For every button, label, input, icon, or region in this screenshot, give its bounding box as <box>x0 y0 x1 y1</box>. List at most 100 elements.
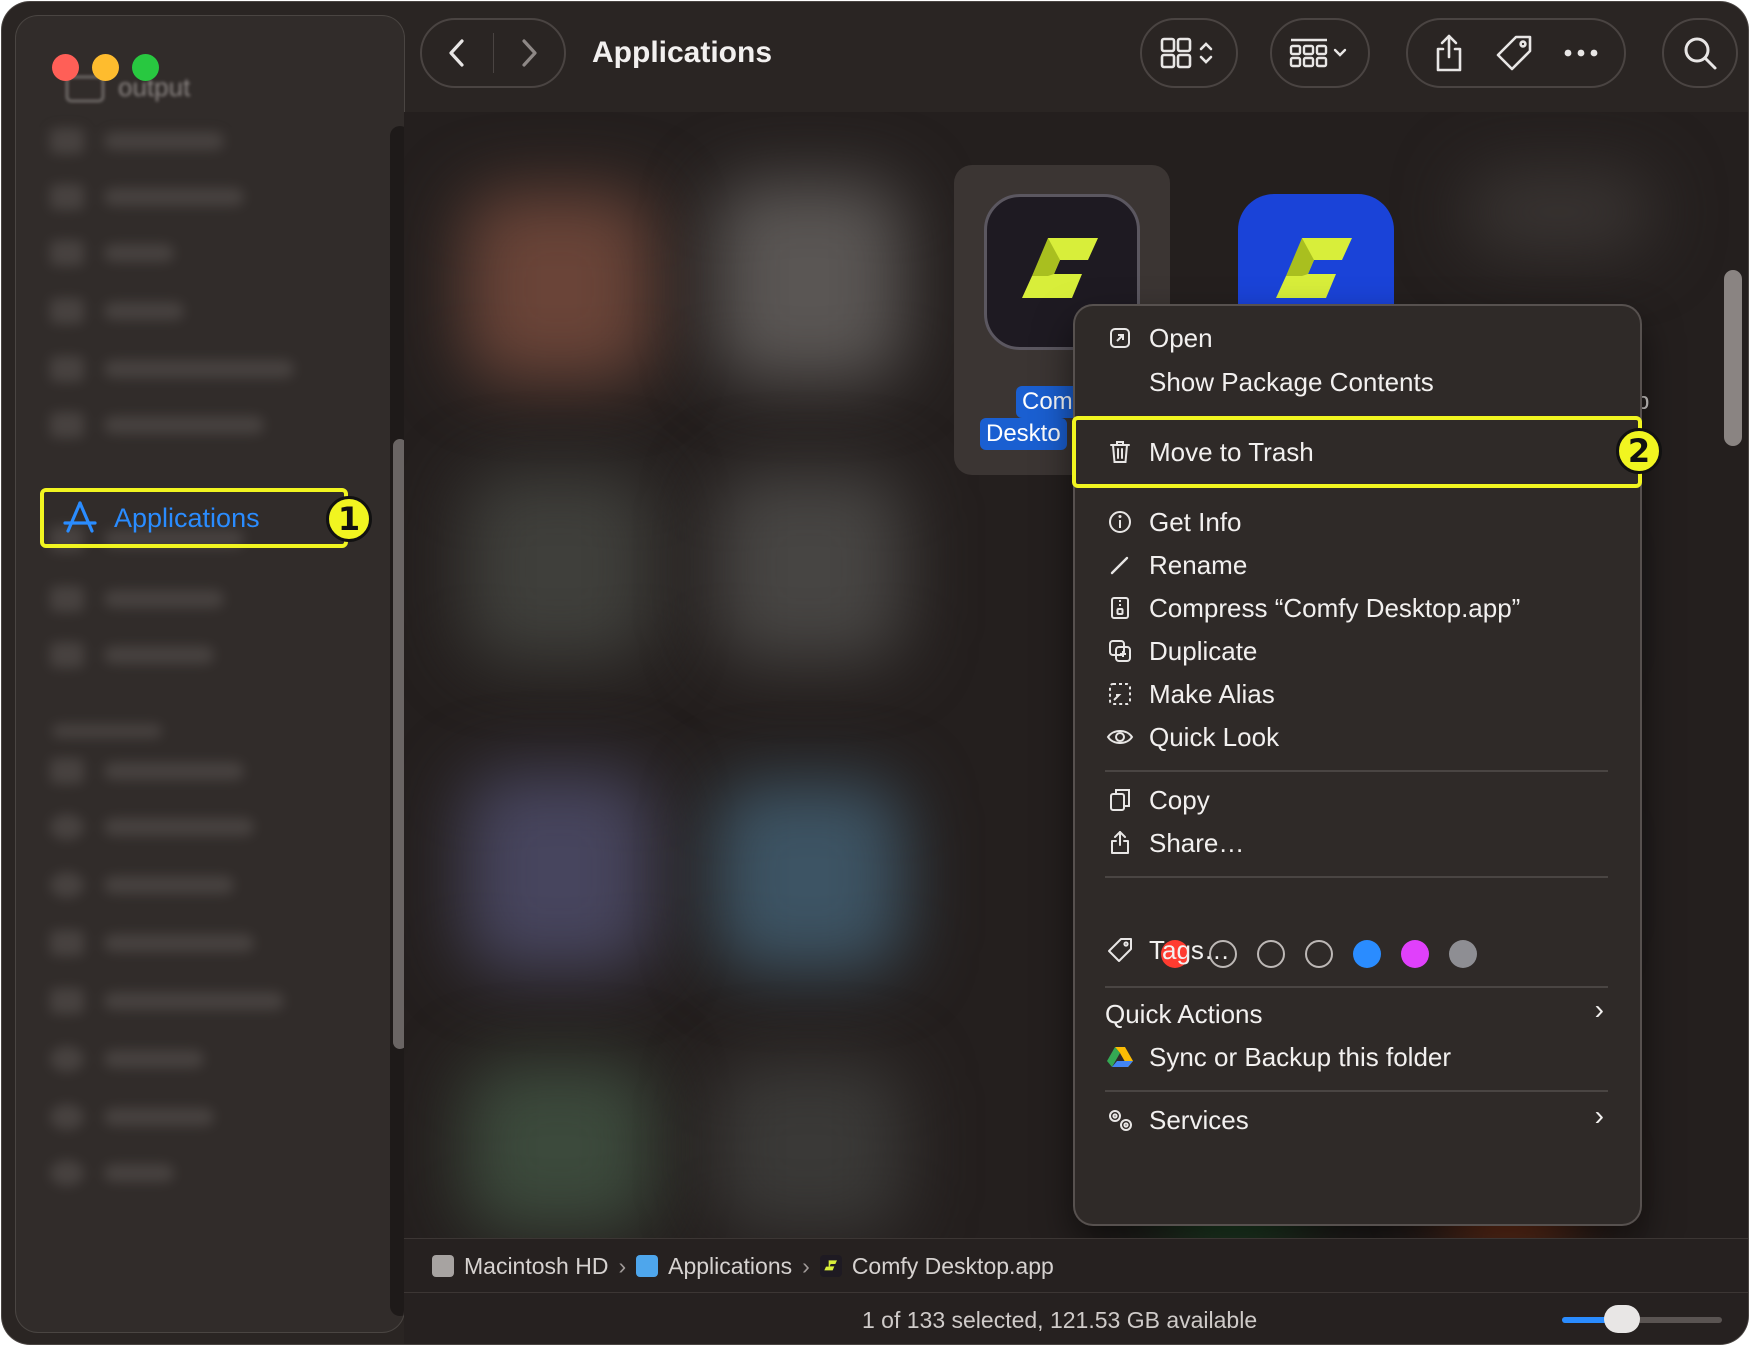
group-by-icon <box>1289 38 1347 68</box>
tag-icon[interactable] <box>1494 33 1534 73</box>
actions-group <box>1406 18 1626 88</box>
tag-color-dot[interactable] <box>1401 940 1429 968</box>
tag-color-dot[interactable] <box>1305 940 1333 968</box>
sidebar-item-blurred[interactable] <box>50 756 244 786</box>
chevron-right-icon <box>522 39 537 67</box>
menu-item-tags[interactable]: Tags… <box>1105 930 1230 970</box>
sidebar-item-blurred[interactable] <box>50 1044 204 1074</box>
sidebar-item-blurred[interactable] <box>50 870 234 900</box>
zoom-window-button[interactable] <box>132 54 159 81</box>
sidebar-scrollbar-thumb[interactable] <box>393 439 404 1049</box>
eye-icon <box>1105 722 1135 752</box>
path-separator: › <box>618 1252 627 1279</box>
sidebar-item-blurred[interactable] <box>50 182 244 212</box>
search-button[interactable] <box>1662 18 1738 88</box>
sidebar-item-blurred[interactable] <box>50 812 254 842</box>
blurred-app-icon[interactable] <box>714 782 904 972</box>
sidebar-item-blurred[interactable] <box>50 126 224 156</box>
blurred-app-icon[interactable] <box>464 192 654 382</box>
menu-separator <box>1105 770 1608 772</box>
blurred-app-icon[interactable] <box>464 472 654 662</box>
pencil-icon <box>1105 550 1135 580</box>
blurred-app-icon[interactable] <box>464 772 654 972</box>
main-scrollbar-thumb[interactable] <box>1724 270 1742 446</box>
tag-color-dot[interactable] <box>1257 940 1285 968</box>
finder-window: output Applications 1 Applications Com D… <box>2 2 1748 1344</box>
sidebar-item-blurred[interactable] <box>50 640 214 670</box>
folder-icon <box>636 1255 659 1277</box>
path-separator: › <box>802 1252 810 1279</box>
tag-color-dot[interactable] <box>1353 940 1381 968</box>
menu-item-sync-backup[interactable]: Sync or Backup this folder <box>1105 1037 1451 1077</box>
menu-separator <box>1105 986 1608 988</box>
menu-item-rename[interactable]: Rename <box>1105 545 1247 585</box>
blurred-app-icon[interactable] <box>1464 172 1654 252</box>
path-item-applications[interactable]: Applications <box>636 1253 792 1280</box>
comfy-small-icon <box>819 1255 842 1277</box>
back-button[interactable] <box>422 37 493 69</box>
sidebar-item-applications[interactable]: Applications <box>40 488 348 548</box>
sidebar-item-blurred[interactable] <box>50 1158 174 1188</box>
sidebar-item-blurred[interactable] <box>50 410 264 440</box>
move-to-trash-highlight <box>1072 416 1642 488</box>
icon-size-slider-knob[interactable] <box>1604 1305 1640 1333</box>
menu-separator <box>1105 876 1608 878</box>
alias-icon <box>1105 679 1135 709</box>
hard-disk-icon <box>432 1255 454 1277</box>
menu-separator <box>1105 1090 1608 1092</box>
sidebar-item-blurred[interactable] <box>50 296 184 326</box>
selected-app-label-line2[interactable]: Deskto <box>980 418 1067 450</box>
annotation-badge-1: 1 <box>326 496 372 542</box>
grid-view-icon <box>1160 37 1213 69</box>
window-title: Applications <box>592 36 773 69</box>
info-icon <box>1105 507 1135 537</box>
close-window-button[interactable] <box>52 54 79 81</box>
sidebar-item-blurred[interactable] <box>50 986 284 1016</box>
path-bar: Macintosh HD › Applications › Comfy Desk… <box>404 1238 1748 1293</box>
sidebar-section-blurred <box>52 716 162 746</box>
menu-item-services[interactable]: Services <box>1105 1100 1249 1140</box>
forward-button[interactable] <box>494 37 565 69</box>
path-item-disk[interactable]: Macintosh HD <box>432 1253 608 1280</box>
path-item-file[interactable]: Comfy Desktop.app <box>819 1253 1054 1280</box>
tag-color-dot[interactable] <box>1449 940 1477 968</box>
sidebar: output <box>16 16 404 1332</box>
menu-item-duplicate[interactable]: Duplicate <box>1105 631 1257 671</box>
share-icon[interactable] <box>1433 33 1465 73</box>
google-drive-icon <box>1105 1042 1135 1072</box>
copy-icon <box>1105 785 1135 815</box>
menu-item-make-alias[interactable]: Make Alias <box>1105 674 1275 714</box>
sidebar-item-blurred[interactable] <box>50 584 224 614</box>
view-mode-button[interactable] <box>1140 18 1238 88</box>
menu-item-get-info[interactable]: Get Info <box>1105 502 1242 542</box>
archive-icon <box>1105 593 1135 623</box>
sidebar-item-blurred[interactable] <box>50 354 294 384</box>
annotation-badge-2: 2 <box>1616 428 1662 474</box>
chevron-right-icon: › <box>1594 1100 1604 1131</box>
duplicate-icon <box>1105 636 1135 666</box>
sidebar-item-blurred[interactable] <box>50 928 254 958</box>
menu-item-open[interactable]: Open <box>1105 318 1213 358</box>
group-by-button[interactable] <box>1270 18 1370 88</box>
chevron-right-icon: › <box>1594 994 1604 1025</box>
menu-item-compress[interactable]: Compress “Comfy Desktop.app” <box>1105 588 1520 628</box>
nav-buttons <box>420 18 566 88</box>
open-arrow-icon <box>1105 323 1135 353</box>
sidebar-item-blurred[interactable] <box>50 238 174 268</box>
blurred-app-icon[interactable] <box>464 1062 654 1232</box>
share-icon <box>1105 828 1135 858</box>
minimize-window-button[interactable] <box>92 54 119 81</box>
ellipsis-icon[interactable] <box>1563 48 1599 58</box>
blurred-app-icon[interactable] <box>714 182 904 382</box>
menu-item-show-package-contents[interactable]: Show Package Contents <box>1149 362 1434 402</box>
menu-item-quick-actions[interactable]: Quick Actions <box>1105 994 1263 1034</box>
menu-item-copy[interactable]: Copy <box>1105 780 1210 820</box>
menu-item-quick-look[interactable]: Quick Look <box>1105 717 1279 757</box>
sidebar-item-blurred[interactable] <box>50 1102 214 1132</box>
app-store-a-icon <box>62 500 98 536</box>
selected-app-label-line1[interactable]: Com <box>1016 386 1079 418</box>
menu-item-share[interactable]: Share… <box>1105 823 1244 863</box>
sidebar-item-label: Applications <box>114 502 260 533</box>
blurred-app-icon[interactable] <box>714 472 904 662</box>
blurred-app-icon[interactable] <box>714 1062 904 1232</box>
